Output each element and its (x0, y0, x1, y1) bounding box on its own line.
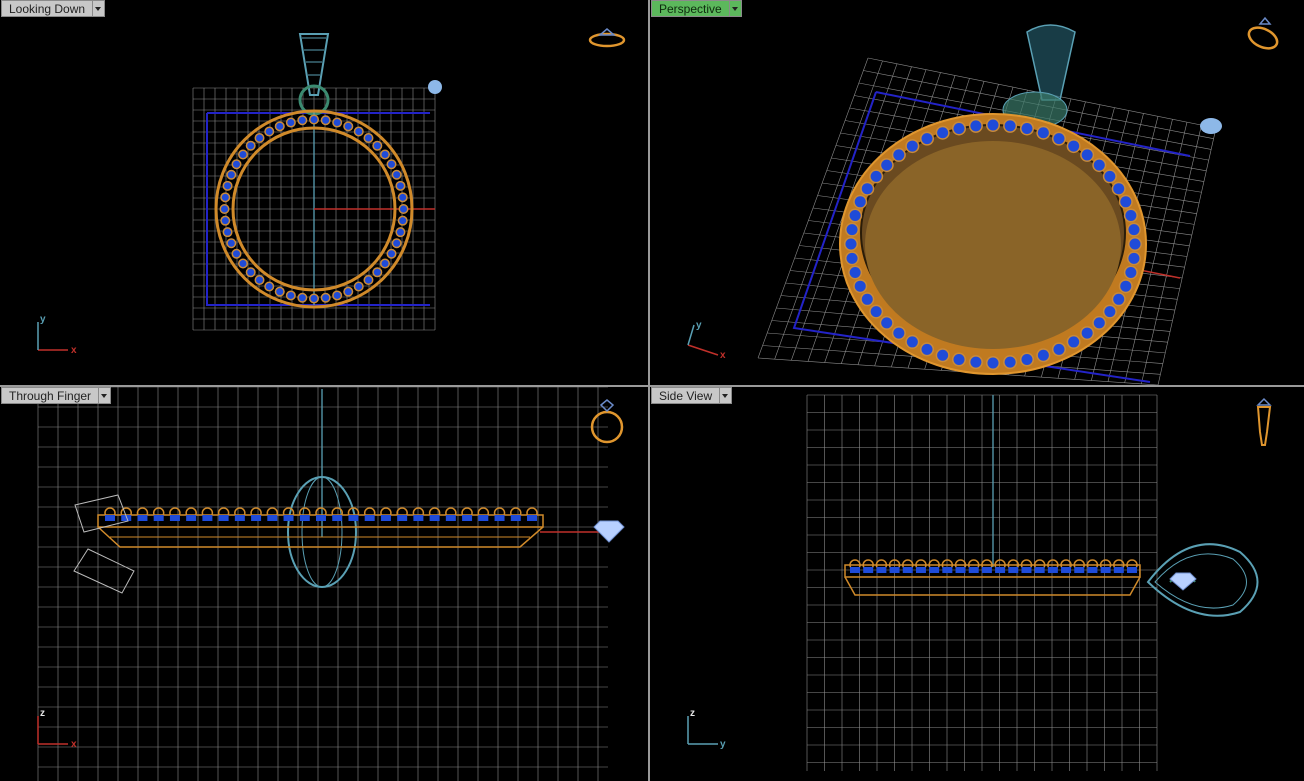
viewport-side-view[interactable]: y z Side View (650, 387, 1304, 781)
looking-down-scene: x y (37, 28, 626, 356)
viewport-title[interactable]: Perspective (651, 0, 729, 17)
bail-wireframe (1146, 543, 1259, 617)
dropdown-arrow-icon[interactable] (98, 387, 112, 404)
ring-orientation-icon[interactable] (588, 28, 626, 48)
viewport-title-menu[interactable]: Through Finger (1, 387, 112, 404)
dropdown-arrow-icon[interactable] (719, 387, 733, 404)
viewport-title[interactable]: Looking Down (1, 0, 93, 17)
axis-indicator: y z (687, 708, 726, 750)
viewport-splitter-vertical[interactable] (648, 0, 650, 781)
ring-orientation-icon[interactable] (1256, 397, 1272, 446)
viewport-through-finger[interactable]: x z Through Finger (0, 387, 648, 781)
ring-orientation-icon[interactable] (590, 399, 624, 444)
diamond-marker[interactable] (1169, 572, 1197, 591)
light-handle[interactable] (1200, 118, 1222, 134)
axis-label-v: y (40, 314, 46, 325)
axis-label-h: x (71, 739, 77, 750)
viewport-title[interactable]: Side View (651, 387, 720, 404)
axis-label-v: y (696, 320, 702, 331)
pendant-inner-floor (865, 141, 1121, 349)
light-handle[interactable] (428, 80, 442, 94)
dropdown-arrow-icon[interactable] (728, 0, 742, 17)
viewport-splitter-horizontal[interactable] (0, 385, 1304, 387)
axis-label-h: y (720, 739, 726, 750)
axis-label-v: z (40, 708, 45, 719)
axis-label-h: x (71, 345, 77, 356)
light-wireframe (73, 548, 135, 594)
viewport-perspective[interactable]: x y Perspective (650, 0, 1304, 385)
through-finger-scene: x z (37, 387, 625, 781)
axis-label-h: x (720, 350, 726, 361)
viewport-title-menu[interactable]: Side View (651, 387, 733, 404)
viewport-title-menu[interactable]: Perspective (651, 0, 742, 17)
viewport-title-menu[interactable]: Looking Down (1, 0, 106, 17)
side-view-scene: y z (687, 394, 1272, 771)
grid (806, 394, 1158, 771)
viewport-looking-down[interactable]: x y Looking Down (0, 0, 648, 385)
ring-orientation-icon[interactable] (1246, 16, 1281, 52)
diamond-marker[interactable] (593, 520, 625, 543)
axis-indicator: x z (37, 708, 77, 750)
pendant-bottom-edge (844, 576, 1141, 596)
bail-solid (1026, 24, 1076, 101)
dropdown-arrow-icon[interactable] (92, 0, 106, 17)
axis-label-v: z (690, 708, 695, 719)
viewport-title[interactable]: Through Finger (1, 387, 99, 404)
axis-indicator: x y (687, 320, 726, 361)
perspective-scene: x y (687, 16, 1281, 385)
grid (37, 387, 608, 781)
axis-indicator: x y (37, 314, 77, 356)
